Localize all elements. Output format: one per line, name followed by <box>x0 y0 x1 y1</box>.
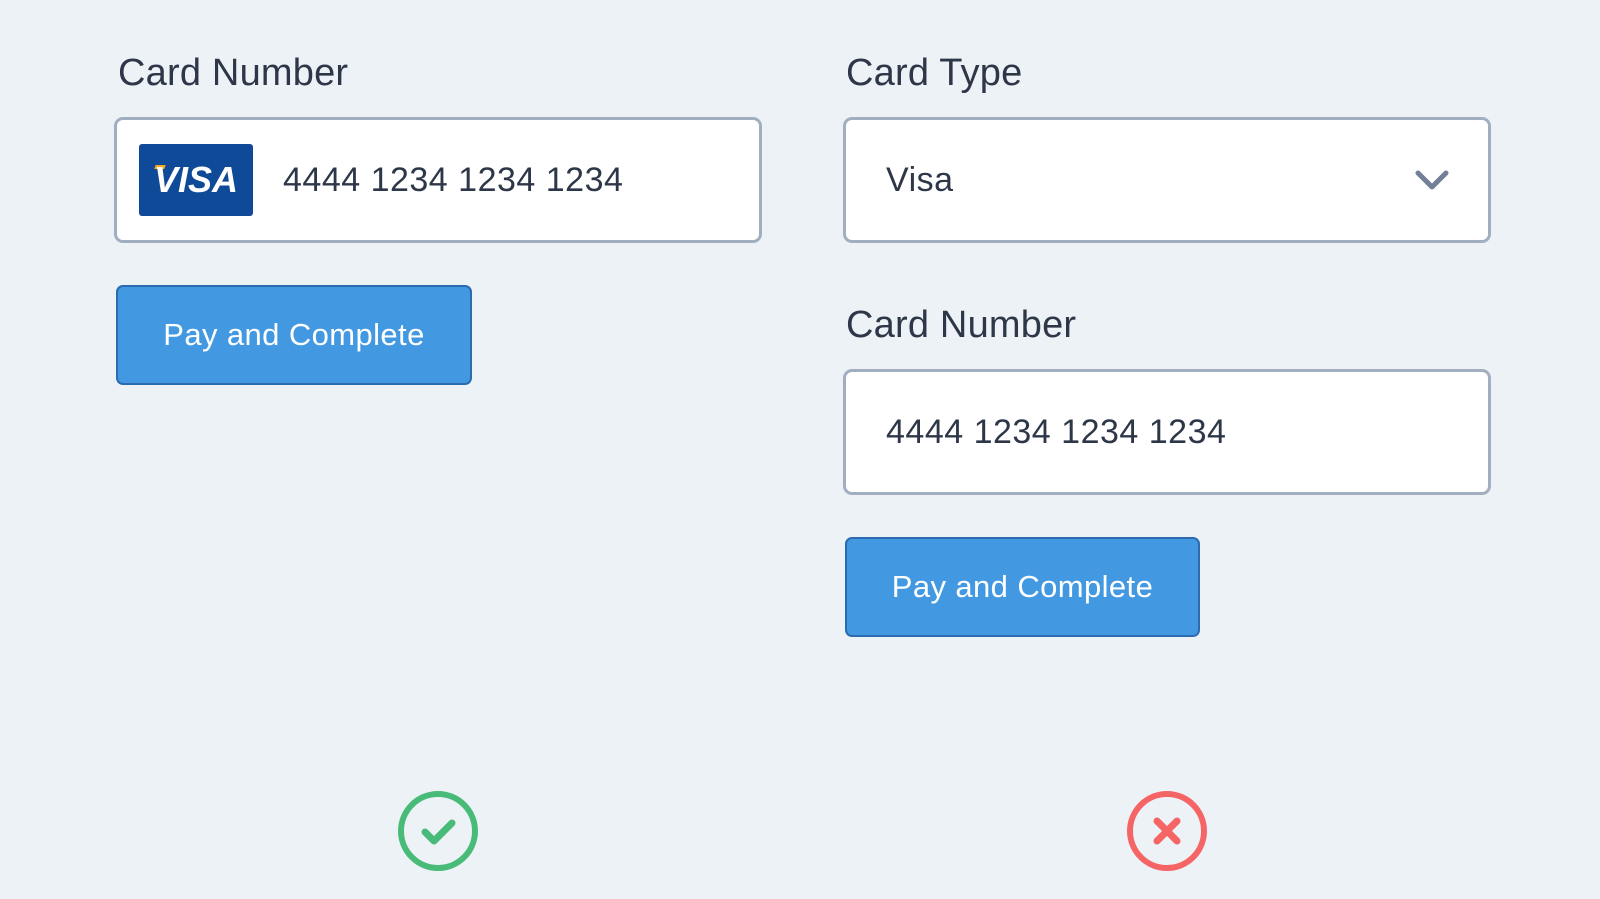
card-type-value: Visa <box>886 160 954 199</box>
card-number-value: 4444 1234 1234 1234 <box>283 160 624 199</box>
check-circle-icon <box>398 791 478 871</box>
card-number-label: Card Number <box>846 304 1077 346</box>
x-circle-icon <box>1127 791 1207 871</box>
card-number-field[interactable]: 4444 1234 1234 1234 <box>843 369 1491 495</box>
visa-logo-text: VISA <box>153 159 239 200</box>
card-number-field[interactable]: VISA 4444 1234 1234 1234 <box>114 117 762 243</box>
visa-logo: VISA <box>139 144 253 216</box>
chevron-down-icon <box>1415 170 1449 190</box>
pay-and-complete-button[interactable]: Pay and Complete <box>116 285 472 385</box>
card-type-select[interactable]: Visa <box>843 117 1491 243</box>
pay-and-complete-button[interactable]: Pay and Complete <box>845 537 1200 637</box>
card-number-label: Card Number <box>118 52 349 94</box>
card-type-label: Card Type <box>846 52 1023 94</box>
card-number-value: 4444 1234 1234 1234 <box>886 412 1227 451</box>
